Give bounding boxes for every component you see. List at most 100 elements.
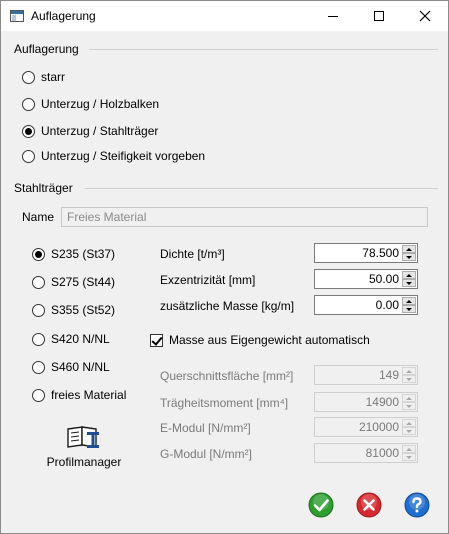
radio-button[interactable] <box>32 332 45 346</box>
radio-button[interactable] <box>32 275 45 289</box>
radio-label: S355 (St52) <box>51 303 116 317</box>
radio-label: Unterzug / Holzbalken <box>41 97 160 111</box>
spin-arrows[interactable] <box>402 271 416 287</box>
maximize-button[interactable] <box>356 1 402 31</box>
window-title: Auflagerung <box>31 9 96 23</box>
zusaetzliche-masse-value[interactable]: 0.00 <box>376 298 399 312</box>
radio-freies-material[interactable]: freies Material <box>32 388 126 402</box>
radio-label: S420 N/NL <box>51 332 110 346</box>
spin-down-icon[interactable] <box>402 305 416 313</box>
minimize-button[interactable] <box>310 1 356 31</box>
spin-up-icon[interactable] <box>402 245 416 253</box>
spin-up-icon <box>402 445 416 453</box>
spin-arrows[interactable] <box>402 245 416 261</box>
radio-label: starr <box>41 70 65 84</box>
auflagerung-group-header: Auflagerung <box>14 42 79 56</box>
close-icon <box>419 10 431 22</box>
profilmanager-label: Profilmanager <box>46 455 122 469</box>
name-label: Name <box>22 210 55 224</box>
traegheitsmoment-stepper: 14900 <box>314 392 418 412</box>
ok-button[interactable] <box>308 492 334 518</box>
radio-label: Unterzug / Stahlträger <box>41 124 159 138</box>
spin-arrows[interactable] <box>402 297 416 313</box>
radio-s275[interactable]: S275 (St44) <box>32 275 115 289</box>
radio-button[interactable] <box>32 388 45 402</box>
g-modul-label: G-Modul [N/mm²] <box>160 447 253 461</box>
radio-button[interactable] <box>22 97 35 111</box>
zusaetzliche-masse-stepper[interactable]: 0.00 <box>314 295 418 315</box>
e-modul-stepper: 210000 <box>314 417 418 437</box>
radio-button[interactable] <box>32 360 45 374</box>
radio-label: S460 N/NL <box>51 360 110 374</box>
dichte-value[interactable]: 78.500 <box>362 246 399 260</box>
cancel-button[interactable] <box>356 492 382 518</box>
spin-up-icon <box>402 419 416 427</box>
radio-label: S275 (St44) <box>51 275 116 289</box>
radio-s420[interactable]: S420 N/NL <box>32 332 110 346</box>
spin-down-icon <box>402 427 416 435</box>
querschnittsflaeche-label: Querschnittsfläche [mm²] <box>160 369 294 383</box>
masse-automatisch-checkbox[interactable] <box>150 333 163 347</box>
radio-s235[interactable]: S235 (St37) <box>32 247 115 261</box>
e-modul-label: E-Modul [N/mm²] <box>160 421 251 435</box>
masse-automatisch-label: Masse aus Eigengewicht automatisch <box>169 333 370 347</box>
dichte-stepper[interactable]: 78.500 <box>314 243 418 263</box>
exzentrizitaet-label: Exzentrizität [mm] <box>160 273 256 287</box>
querschnittsflaeche-value: 149 <box>378 368 399 382</box>
cross-icon <box>356 492 382 518</box>
question-icon <box>404 492 430 518</box>
exzentrizitaet-value[interactable]: 50.00 <box>369 272 399 286</box>
radio-label: freies Material <box>51 388 127 402</box>
spin-up-icon[interactable] <box>402 271 416 279</box>
spin-arrows <box>402 419 416 435</box>
app-window-icon <box>10 10 24 22</box>
spin-down-icon[interactable] <box>402 279 416 287</box>
spin-up-icon <box>402 367 416 375</box>
dichte-label: Dichte [t/m³] <box>160 247 225 261</box>
radio-s355[interactable]: S355 (St52) <box>32 303 115 317</box>
masse-automatisch-checkbox-row[interactable]: Masse aus Eigengewicht automatisch <box>150 333 370 347</box>
traegheitsmoment-label: Trägheitsmoment [mm⁴] <box>160 396 289 410</box>
name-field[interactable]: Freies Material <box>61 207 428 227</box>
minimize-icon <box>328 15 338 17</box>
e-modul-value: 210000 <box>358 420 399 434</box>
radio-s460[interactable]: S460 N/NL <box>32 360 110 374</box>
querschnittsflaeche-stepper: 149 <box>314 365 418 385</box>
radio-unterzug-stahltraeger[interactable]: Unterzug / Stahlträger <box>22 124 158 138</box>
radio-button[interactable] <box>22 124 35 138</box>
radio-starr[interactable]: starr <box>22 70 65 84</box>
spin-arrows <box>402 394 416 410</box>
radio-button[interactable] <box>22 149 35 163</box>
spin-arrows <box>402 367 416 383</box>
close-button[interactable] <box>402 1 448 31</box>
stahltraeger-group-line <box>85 188 438 189</box>
title-bar: Auflagerung <box>1 1 448 31</box>
spin-up-icon <box>402 394 416 402</box>
dialog-window: Auflagerung Auflagerung starr Unterzug /… <box>0 0 449 534</box>
spin-up-icon[interactable] <box>402 297 416 305</box>
g-modul-stepper: 81000 <box>314 443 418 463</box>
radio-button[interactable] <box>22 70 35 84</box>
radio-unterzug-holzbalken[interactable]: Unterzug / Holzbalken <box>22 97 159 111</box>
g-modul-value: 81000 <box>365 446 399 460</box>
spin-down-icon <box>402 402 416 410</box>
radio-label: S235 (St37) <box>51 247 116 261</box>
stahltraeger-group-header: Stahlträger <box>14 181 73 195</box>
spin-down-icon <box>402 453 416 461</box>
spin-down-icon <box>402 375 416 383</box>
auflagerung-group-line <box>89 49 438 50</box>
profile-book-icon <box>67 426 99 448</box>
exzentrizitaet-stepper[interactable]: 50.00 <box>314 269 418 289</box>
profilmanager-button[interactable]: Profilmanager <box>41 423 127 475</box>
spin-arrows <box>402 445 416 461</box>
traegheitsmoment-value: 14900 <box>365 395 399 409</box>
zusaetzliche-masse-label: zusätzliche Masse [kg/m] <box>160 299 295 313</box>
maximize-icon <box>374 11 384 21</box>
radio-button[interactable] <box>32 247 45 261</box>
radio-button[interactable] <box>32 303 45 317</box>
radio-unterzug-steifigkeit[interactable]: Unterzug / Steifigkeit vorgeben <box>22 149 205 163</box>
spin-down-icon[interactable] <box>402 253 416 261</box>
help-button[interactable] <box>404 492 430 518</box>
radio-label: Unterzug / Steifigkeit vorgeben <box>41 149 206 163</box>
checkmark-icon <box>308 492 334 518</box>
